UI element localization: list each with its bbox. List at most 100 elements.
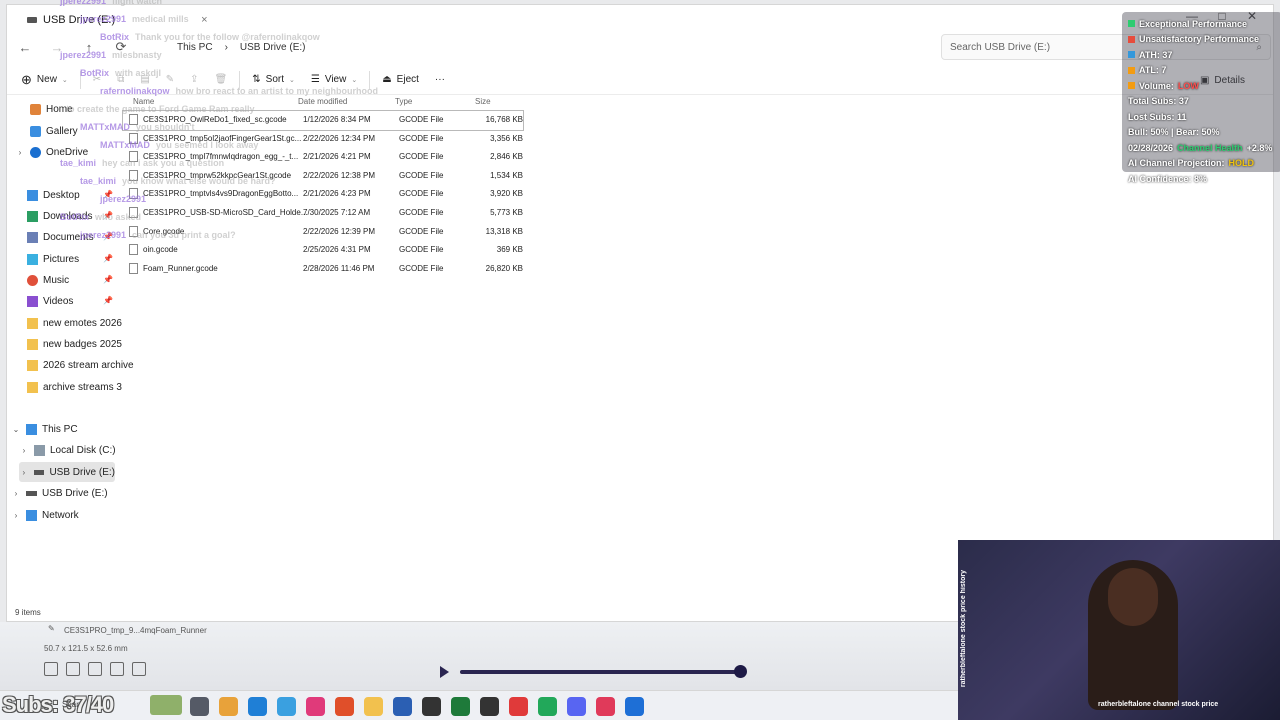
eject-button[interactable]: ⏏ Eject	[374, 68, 427, 92]
file-row[interactable]: CE3S1PRO_tmp5ol2jaofFingerGear1St.gc... 2…	[123, 130, 523, 149]
back-view-icon[interactable]	[132, 662, 146, 676]
pin-icon[interactable]: 📌	[103, 232, 113, 241]
refresh-button[interactable]: ⟳	[107, 35, 135, 59]
file-size: 5,773 KB	[490, 207, 523, 217]
sidebar-item-label: USB Drive (E:)	[49, 466, 115, 478]
sidebar-item-label: Pictures	[43, 253, 80, 265]
sidebar-item-folder[interactable]: new emotes 2026	[27, 313, 122, 333]
explorer-tab[interactable]: USB Drive (E:) ×	[17, 9, 218, 31]
paste-button[interactable]: ▤	[132, 68, 157, 92]
sidebar-item-music[interactable]: Music	[27, 270, 69, 290]
chevron-right-icon[interactable]: ›	[19, 468, 29, 477]
delete-button[interactable]: 🗑	[207, 68, 236, 92]
sidebar-item-documents[interactable]: Documents	[27, 227, 94, 247]
sidebar-item-local-disk[interactable]: › Local Disk (C:)	[19, 440, 116, 460]
pencil-icon[interactable]: ✎	[48, 624, 55, 633]
copy-button[interactable]: ⧉	[109, 68, 132, 92]
share-button[interactable]: ⇪	[182, 68, 206, 92]
layer-slider-handle[interactable]	[734, 665, 747, 678]
column-header-type[interactable]: Type	[395, 97, 412, 106]
taskbar-app-icon[interactable]	[364, 696, 383, 716]
more-options-button[interactable]: ···	[427, 68, 453, 92]
chevron-down-icon: ⌄	[351, 76, 358, 84]
file-name: CE3S1PRO_tmptvls4vs9DragonEggBotto...	[143, 189, 299, 199]
breadcrumb-this-pc[interactable]: This PC	[177, 42, 213, 53]
taskbar-app-icon[interactable]	[451, 696, 470, 716]
taskbar-app-icon[interactable]	[596, 696, 615, 716]
sidebar-item-folder[interactable]: new badges 2025	[27, 334, 122, 354]
column-header-size[interactable]: Size	[475, 97, 491, 106]
taskbar-app-icon[interactable]	[480, 696, 499, 716]
sidebar-item-onedrive[interactable]: › OneDrive	[15, 142, 88, 162]
pin-icon[interactable]: 📌	[103, 296, 113, 305]
chevron-down-icon[interactable]: ⌄	[11, 425, 21, 434]
view-button[interactable]: ☰ View ⌄	[303, 68, 365, 92]
side-view-icon[interactable]	[110, 662, 124, 676]
column-header-name[interactable]: Name	[133, 97, 154, 106]
sidebar-item-this-pc[interactable]: ⌄ This PC	[11, 419, 78, 439]
sidebar-item-videos[interactable]: Videos	[27, 291, 73, 311]
breadcrumb[interactable]: This PC › USB Drive (E:)	[177, 36, 305, 58]
taskbar-app-icon[interactable]	[509, 696, 528, 716]
pin-icon[interactable]: 📌	[103, 211, 113, 220]
sidebar-item-network[interactable]: › Network	[11, 505, 79, 525]
top-view-icon[interactable]	[88, 662, 102, 676]
cube-view-icon[interactable]	[44, 662, 58, 676]
sidebar-item-folder[interactable]: 2026 stream archive	[27, 355, 134, 375]
back-button[interactable]: ←	[11, 35, 39, 59]
file-row[interactable]: Foam_Runner.gcode 2/28/2026 11:46 PM GCODE…	[123, 260, 523, 279]
desktop-icon	[27, 189, 38, 201]
front-view-icon[interactable]	[66, 662, 80, 676]
pin-icon[interactable]: 📌	[103, 275, 113, 284]
play-icon[interactable]	[440, 666, 449, 678]
taskbar-app-icon[interactable]	[422, 696, 441, 716]
sidebar-item-gallery[interactable]: Gallery	[15, 121, 78, 141]
rename-button[interactable]: ✎	[158, 68, 182, 92]
column-header-date[interactable]: Date modified	[298, 97, 347, 106]
cut-button[interactable]: ✂	[85, 68, 109, 92]
file-row[interactable]: Core.gcode 2/22/2026 12:39 PM GCODE File 13…	[123, 223, 523, 242]
pin-icon[interactable]: 📌	[103, 190, 113, 199]
sidebar-item-folder[interactable]: archive streams 3	[27, 377, 122, 397]
taskbar-app-icon[interactable]	[567, 696, 586, 716]
taskbar-app-icon[interactable]	[190, 696, 209, 716]
taskbar-app-icon[interactable]	[248, 696, 267, 716]
sort-button[interactable]: ⇅ Sort ⌄	[244, 68, 303, 92]
chevron-right-icon[interactable]: ›	[19, 446, 29, 455]
taskbar-app-icon[interactable]	[393, 696, 412, 716]
file-row[interactable]: oin.gcode 2/25/2026 4:31 PM GCODE File 369 …	[123, 241, 523, 260]
taskbar-app-icon[interactable]	[219, 696, 238, 716]
taskbar-search-label[interactable]: Sear	[62, 700, 79, 709]
taskbar-app-icon[interactable]	[538, 696, 557, 716]
sidebar-item-desktop[interactable]: Desktop	[27, 185, 80, 205]
webcam-caption: ratherbleftalone channel stock price	[1098, 701, 1219, 708]
taskbar-app-icon[interactable]	[625, 696, 644, 716]
document-icon	[27, 231, 38, 243]
forward-button[interactable]: →	[43, 35, 71, 59]
taskbar-search-thumbnail[interactable]	[150, 695, 182, 715]
file-row[interactable]: CE3S1PRO_tmprw52kkpcGear1St.gcode 2/22/20…	[123, 167, 523, 186]
file-row[interactable]: CE3S1PRO_OwlReDo1_fixed_sc.gcode 1/12/202…	[122, 110, 524, 131]
overlay-legend-line: Exceptional Performance	[1128, 16, 1276, 32]
sidebar-item-pictures[interactable]: Pictures	[27, 249, 79, 269]
taskbar-app-icon[interactable]	[306, 696, 325, 716]
new-button[interactable]: ⊕ New ⌄	[13, 68, 76, 92]
taskbar-app-icon[interactable]	[335, 696, 354, 716]
file-row[interactable]: CE3S1PRO_USB-SD-MicroSD_Card_Holde... 7/3…	[123, 204, 523, 223]
layer-slider-track[interactable]	[460, 670, 742, 674]
sidebar-item-downloads[interactable]: Downloads	[27, 206, 92, 226]
up-button[interactable]: ↑	[75, 35, 103, 59]
trash-icon: 🗑	[214, 74, 228, 85]
sidebar-item-home[interactable]: Home	[15, 99, 73, 119]
sidebar-item-usb-drive[interactable]: › USB Drive (E:)	[11, 483, 108, 503]
chevron-right-icon[interactable]: ›	[15, 148, 25, 157]
file-row[interactable]: CE3S1PRO_tmptvls4vs9DragonEggBotto... 2/2…	[123, 185, 523, 204]
file-row[interactable]: CE3S1PRO_tmpl7fmnwlqdragon_egg_-_t... 2/2…	[123, 148, 523, 167]
pin-icon[interactable]: 📌	[103, 254, 113, 263]
taskbar-app-icon[interactable]	[277, 696, 296, 716]
chevron-right-icon[interactable]: ›	[11, 489, 21, 498]
sidebar-item-usb-drive-selected[interactable]: › USB Drive (E:)	[19, 462, 115, 482]
breadcrumb-usb-drive[interactable]: USB Drive (E:)	[240, 42, 306, 53]
chevron-right-icon[interactable]: ›	[11, 511, 21, 520]
tab-close-icon[interactable]: ×	[201, 14, 207, 26]
